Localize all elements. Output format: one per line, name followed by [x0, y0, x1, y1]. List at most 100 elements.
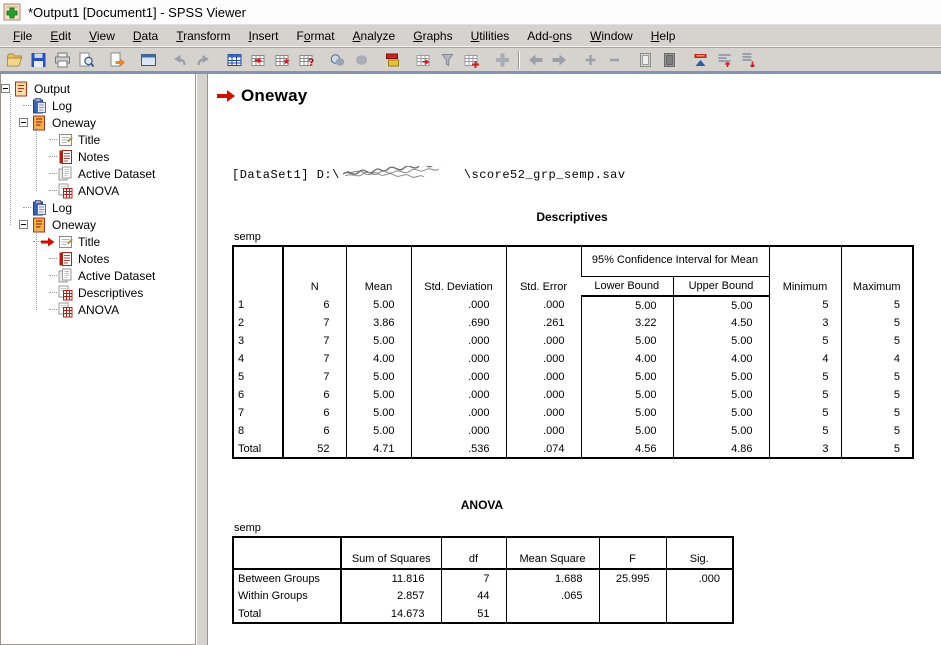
menu-insert[interactable]: Insert	[239, 27, 287, 45]
cell-value: 5.00	[581, 368, 673, 386]
show-icon[interactable]	[633, 49, 657, 71]
toolbar: ?	[0, 47, 941, 71]
menu-window[interactable]: Window	[581, 27, 642, 45]
sidebar-item-output[interactable]: Output	[1, 80, 195, 97]
descriptives-table[interactable]: NMeanStd. DeviationStd. Error95% Confide…	[232, 245, 914, 459]
export-icon[interactable]	[105, 49, 129, 71]
cell-value: .690	[411, 314, 506, 332]
weight-cases-icon[interactable]	[411, 49, 435, 71]
menu-format[interactable]: Format	[288, 27, 344, 45]
goto-case-icon[interactable]	[246, 49, 270, 71]
menu-help[interactable]: Help	[642, 27, 685, 45]
menu-graphs[interactable]: Graphs	[404, 27, 461, 45]
sidebar-item-label: Title	[78, 235, 100, 249]
sidebar-item-notes[interactable]: Notes	[1, 250, 195, 267]
notes-icon	[57, 149, 74, 165]
collapse-expander-icon[interactable]	[19, 220, 28, 229]
sidebar-item-active-dataset[interactable]: Active Dataset	[1, 267, 195, 284]
descriptives-row: 273.86.690.2613.224.5035	[233, 314, 913, 332]
collapse-icon[interactable]	[602, 49, 626, 71]
menu-bar: FileEditViewDataTransformInsertFormatAna…	[0, 25, 941, 47]
redo-icon[interactable]	[191, 49, 215, 71]
table-icon	[57, 302, 74, 318]
window-title: *Output1 [Document1] - SPSS Viewer	[28, 5, 246, 20]
cell-value	[599, 605, 666, 623]
menu-data[interactable]: Data	[124, 27, 167, 45]
insert-text-icon[interactable]	[736, 49, 760, 71]
row-label: 4	[233, 350, 283, 368]
previous-output-icon[interactable]	[523, 49, 547, 71]
tree-connector-line	[23, 105, 31, 106]
promote-item-icon[interactable]	[688, 49, 712, 71]
sidebar-item-log[interactable]: Log	[1, 199, 195, 216]
insert-variable-icon[interactable]	[459, 49, 483, 71]
sidebar-item-label: Descriptives	[78, 286, 143, 300]
cell-value: 3.86	[346, 314, 411, 332]
variable-info-icon[interactable]: ?	[294, 49, 318, 71]
select-last-output-icon[interactable]	[325, 49, 349, 71]
cell-value: 5	[769, 296, 841, 314]
output-heading: Oneway	[241, 86, 307, 106]
designate-window-icon[interactable]	[380, 49, 404, 71]
sidebar-item-anova[interactable]: ANOVA	[1, 301, 195, 318]
spss-viewer-window: *Output1 [Document1] - SPSS Viewer FileE…	[0, 0, 941, 645]
toolbar-separator	[129, 50, 136, 70]
sidebar-item-oneway[interactable]: Oneway	[1, 114, 195, 131]
recall-dialog-icon[interactable]	[136, 49, 160, 71]
dataset-icon	[57, 166, 74, 182]
sidebar-item-title[interactable]: Title	[1, 131, 195, 148]
cell-value: .000	[411, 404, 506, 422]
deselect-icon[interactable]	[349, 49, 373, 71]
collapse-expander-icon[interactable]	[19, 118, 28, 127]
cell-value: .000	[411, 422, 506, 440]
collapse-expander-icon[interactable]	[1, 84, 10, 93]
descriptives-col-header: Mean	[346, 246, 411, 296]
print-preview-icon[interactable]	[74, 49, 98, 71]
toolbar-separator	[626, 50, 633, 70]
cell-value: 14.673	[341, 605, 441, 623]
hide-icon[interactable]	[657, 49, 681, 71]
descriptives-col-header: Std. Error	[506, 246, 581, 296]
sidebar-item-notes[interactable]: Notes	[1, 148, 195, 165]
sidebar-item-descriptives[interactable]: Descriptives	[1, 284, 195, 301]
anova-row: Within Groups2.85744.065	[233, 587, 733, 605]
cell-value	[599, 587, 666, 605]
menu-file[interactable]: File	[4, 27, 41, 45]
sidebar-item-label: Log	[52, 99, 72, 113]
undo-icon[interactable]	[167, 49, 191, 71]
cell-value: 5.00	[346, 422, 411, 440]
menu-utilities[interactable]: Utilities	[462, 27, 519, 45]
pane-splitter[interactable]	[196, 74, 208, 645]
sidebar-item-log[interactable]: Log	[1, 97, 195, 114]
save-icon[interactable]	[26, 49, 50, 71]
ci-group-header: 95% Confidence Interval for Mean	[581, 246, 769, 276]
title-icon	[57, 234, 74, 250]
open-icon[interactable]	[2, 49, 26, 71]
variables-icon[interactable]	[270, 49, 294, 71]
anova-table[interactable]: Sum of SquaresdfMean SquareFSig.Between …	[232, 536, 734, 624]
descriptives-row: 375.00.000.0005.005.0055	[233, 332, 913, 350]
next-output-icon[interactable]	[547, 49, 571, 71]
sidebar-item-label: Title	[78, 133, 100, 147]
menu-view[interactable]: View	[80, 27, 124, 45]
select-cases-icon[interactable]	[435, 49, 459, 71]
menu-add-ons[interactable]: Add-ons	[518, 27, 581, 45]
goto-data-icon[interactable]	[222, 49, 246, 71]
cell-value	[666, 605, 733, 623]
sidebar-item-anova[interactable]: ANOVA	[1, 182, 195, 199]
print-icon[interactable]	[50, 49, 74, 71]
sidebar-item-oneway[interactable]: Oneway	[1, 216, 195, 233]
menu-analyze[interactable]: Analyze	[344, 27, 405, 45]
sidebar-item-title[interactable]: Title	[1, 233, 195, 250]
descriptives-row: 165.00.000.0005.005.0055	[233, 296, 913, 314]
expand-icon[interactable]	[578, 49, 602, 71]
row-label: Total	[233, 440, 283, 458]
insert-heading-icon[interactable]	[712, 49, 736, 71]
sidebar-item-active-dataset[interactable]: Active Dataset	[1, 165, 195, 182]
menu-transform[interactable]: Transform	[167, 27, 239, 45]
ci-sub-header: Lower Bound	[581, 276, 673, 296]
descriptives-row: 575.00.000.0005.005.0055	[233, 368, 913, 386]
cross-icon[interactable]	[490, 49, 514, 71]
menu-edit[interactable]: Edit	[41, 27, 80, 45]
anova-col-header: df	[441, 537, 506, 569]
